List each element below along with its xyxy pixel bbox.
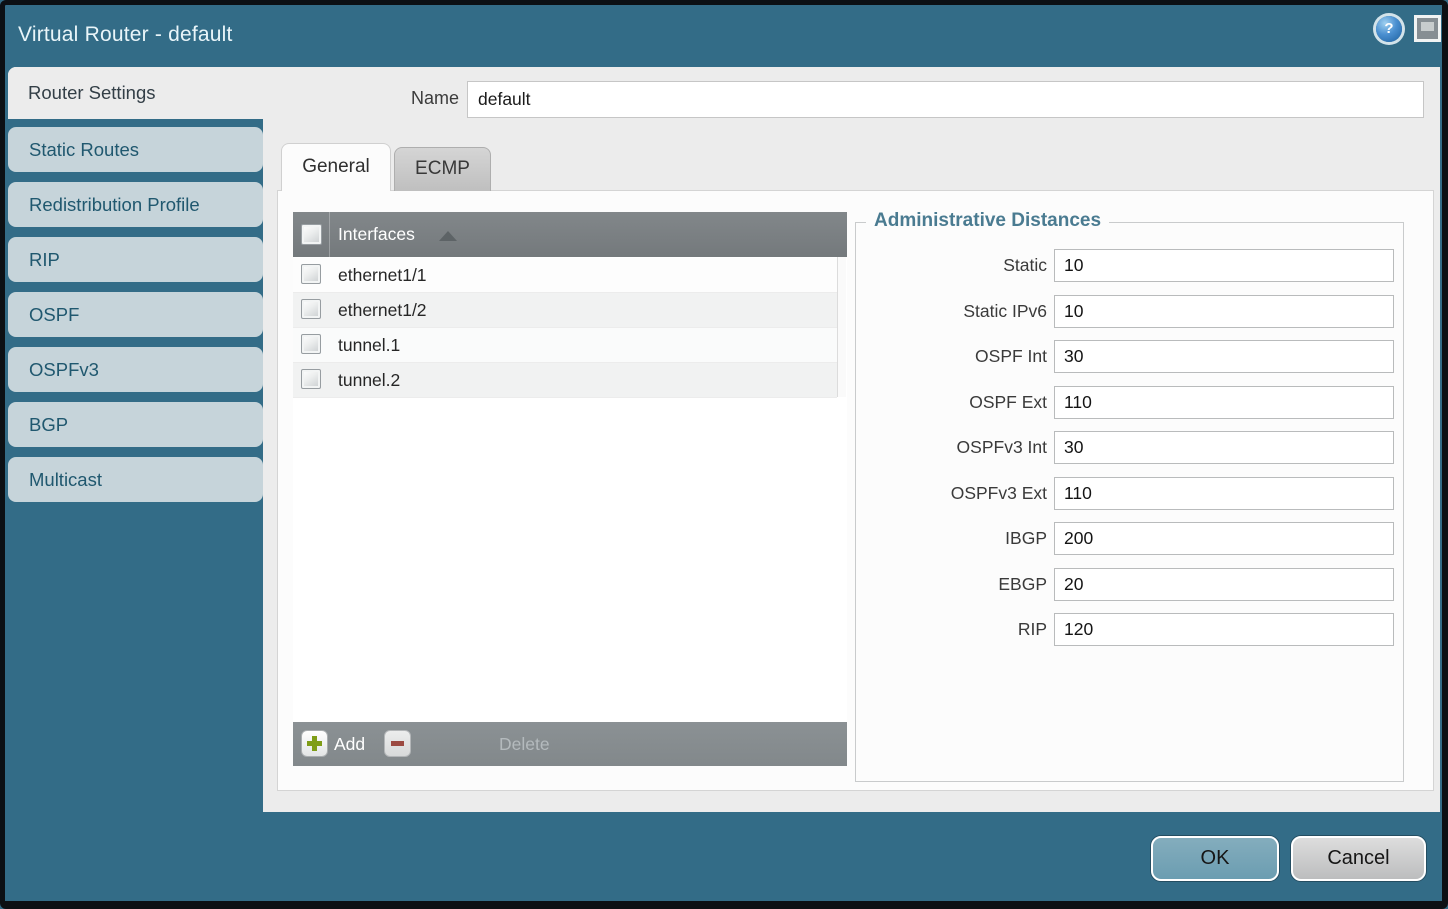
delete-minus-icon [384, 730, 411, 757]
ospf-ext-input[interactable] [1054, 386, 1394, 419]
row-checkbox[interactable] [301, 334, 321, 354]
rip-input[interactable] [1054, 613, 1394, 646]
sidebar-item-router-settings[interactable]: Router Settings [8, 67, 263, 119]
static-input[interactable] [1054, 249, 1394, 282]
ibgp-label: IBGP [856, 522, 1047, 555]
add-button[interactable]: Add [293, 722, 378, 766]
sidebar-item-bgp[interactable]: BGP [8, 402, 263, 447]
static-ipv6-input[interactable] [1054, 295, 1394, 328]
tab-general[interactable]: General [281, 143, 391, 191]
interfaces-header-label: Interfaces [338, 212, 415, 257]
sidebar-item-ospf[interactable]: OSPF [8, 292, 263, 337]
ebgp-input[interactable] [1054, 568, 1394, 601]
rip-label: RIP [856, 613, 1047, 646]
help-icon[interactable]: ? [1376, 16, 1402, 42]
interfaces-table: Interfaces ethernet1/1 ethernet1/2 tunne… [293, 212, 847, 766]
name-label: Name [330, 88, 459, 109]
sidebar-item-rip[interactable]: RIP [8, 237, 263, 282]
ok-button[interactable]: OK [1151, 836, 1279, 881]
tab-ecmp[interactable]: ECMP [394, 147, 491, 191]
delete-button-label: Delete [499, 722, 550, 766]
sidebar-item-multicast[interactable]: Multicast [8, 457, 263, 502]
dialog-title: Virtual Router - default [18, 6, 233, 64]
ospf-int-label: OSPF Int [856, 340, 1047, 373]
add-button-label: Add [334, 722, 365, 766]
interface-name: tunnel.2 [338, 363, 400, 397]
table-row[interactable]: ethernet1/2 [293, 293, 837, 328]
ospfv3-ext-input[interactable] [1054, 477, 1394, 510]
table-footer-bar: Add Delete [293, 722, 847, 766]
sidebar: Static Routes Redistribution Profile RIP… [8, 119, 263, 812]
ospfv3-ext-label: OSPFv3 Ext [856, 477, 1047, 510]
table-row[interactable]: tunnel.2 [293, 363, 837, 398]
delete-button[interactable]: Delete [376, 722, 486, 766]
interface-name: ethernet1/1 [338, 258, 427, 292]
ospf-int-input[interactable] [1054, 340, 1394, 373]
select-all-checkbox[interactable] [301, 224, 322, 245]
add-plus-icon [301, 730, 328, 757]
virtual-router-dialog: Virtual Router - default ? Router Settin… [0, 0, 1448, 909]
sidebar-item-ospfv3[interactable]: OSPFv3 [8, 347, 263, 392]
administrative-distances-fieldset: Administrative Distances Static Static I… [855, 222, 1404, 782]
window-restore-icon[interactable] [1414, 15, 1441, 42]
ospfv3-int-label: OSPFv3 Int [856, 431, 1047, 464]
row-checkbox[interactable] [301, 264, 321, 284]
table-scrollbar[interactable] [837, 257, 846, 397]
interface-name: ethernet1/2 [338, 293, 427, 327]
name-input[interactable] [467, 81, 1424, 118]
window-restore-inner [1421, 22, 1434, 31]
header-column-divider [329, 212, 330, 257]
table-row[interactable]: tunnel.1 [293, 328, 837, 363]
interfaces-column-header[interactable]: Interfaces [293, 212, 847, 257]
ospf-ext-label: OSPF Ext [856, 386, 1047, 419]
sidebar-item-static-routes[interactable]: Static Routes [8, 127, 263, 172]
sort-ascending-icon [439, 231, 457, 241]
fieldset-legend: Administrative Distances [866, 210, 1109, 232]
interfaces-table-body: ethernet1/1 ethernet1/2 tunnel.1 tunnel.… [293, 257, 847, 722]
row-checkbox[interactable] [301, 299, 321, 319]
cancel-button[interactable]: Cancel [1291, 836, 1426, 881]
ibgp-input[interactable] [1054, 522, 1394, 555]
static-ipv6-label: Static IPv6 [856, 295, 1047, 328]
ospfv3-int-input[interactable] [1054, 431, 1394, 464]
ebgp-label: EBGP [856, 568, 1047, 601]
table-row[interactable]: ethernet1/1 [293, 258, 837, 293]
sidebar-item-redistribution-profile[interactable]: Redistribution Profile [8, 182, 263, 227]
row-checkbox[interactable] [301, 369, 321, 389]
interface-name: tunnel.1 [338, 328, 400, 362]
static-label: Static [856, 249, 1047, 282]
